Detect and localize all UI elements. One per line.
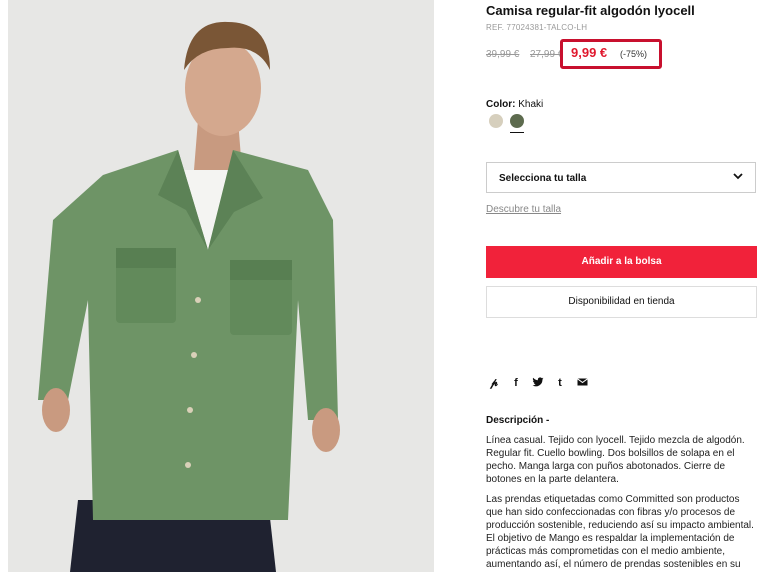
add-to-bag-button[interactable]: Añadir a la bolsa [486, 246, 757, 278]
share-icons: 𝓅 f t [487, 377, 589, 389]
original-price: 39,99 € [486, 49, 520, 60]
color-value: Khaki [518, 99, 544, 110]
size-select[interactable]: Selecciona tu talla [486, 162, 756, 193]
product-ref: REF. 77024381-TALCO-LH [486, 23, 588, 32]
store-availability-button[interactable]: Disponibilidad en tienda [486, 286, 757, 318]
discount-badge: (-75%) [620, 49, 648, 59]
facebook-icon[interactable]: f [509, 377, 523, 389]
previous-price: 27,99 € [530, 49, 564, 60]
description-paragraph-2: Las prendas etiquetadas como Committed s… [486, 494, 754, 570]
description-title: Descripción - [486, 415, 550, 426]
color-label: Color: Khaki [486, 99, 543, 110]
color-label-prefix: Color: [486, 99, 516, 110]
description-paragraph-1: Línea casual. Tejido con lyocell. Tejido… [486, 435, 745, 485]
beige-swatch[interactable] [489, 114, 503, 128]
product-title: Camisa regular-fit algodón lyocell [486, 3, 695, 18]
khaki-swatch[interactable] [510, 114, 524, 128]
size-select-label: Selecciona tu talla [499, 173, 587, 184]
model-shirt-illustration [8, 0, 434, 572]
current-price: 9,99 € [571, 45, 608, 60]
twitter-icon[interactable] [531, 377, 545, 389]
selected-swatch-indicator [510, 132, 524, 133]
email-icon[interactable] [575, 377, 589, 389]
pinterest-icon[interactable]: 𝓅 [487, 377, 501, 389]
tumblr-icon[interactable]: t [553, 377, 567, 389]
size-guide-link[interactable]: Descubre tu talla [486, 204, 561, 215]
chevron-down-icon [733, 173, 743, 180]
product-photo[interactable] [8, 0, 434, 572]
description-text: Línea casual. Tejido con lyocell. Tejido… [486, 434, 758, 578]
